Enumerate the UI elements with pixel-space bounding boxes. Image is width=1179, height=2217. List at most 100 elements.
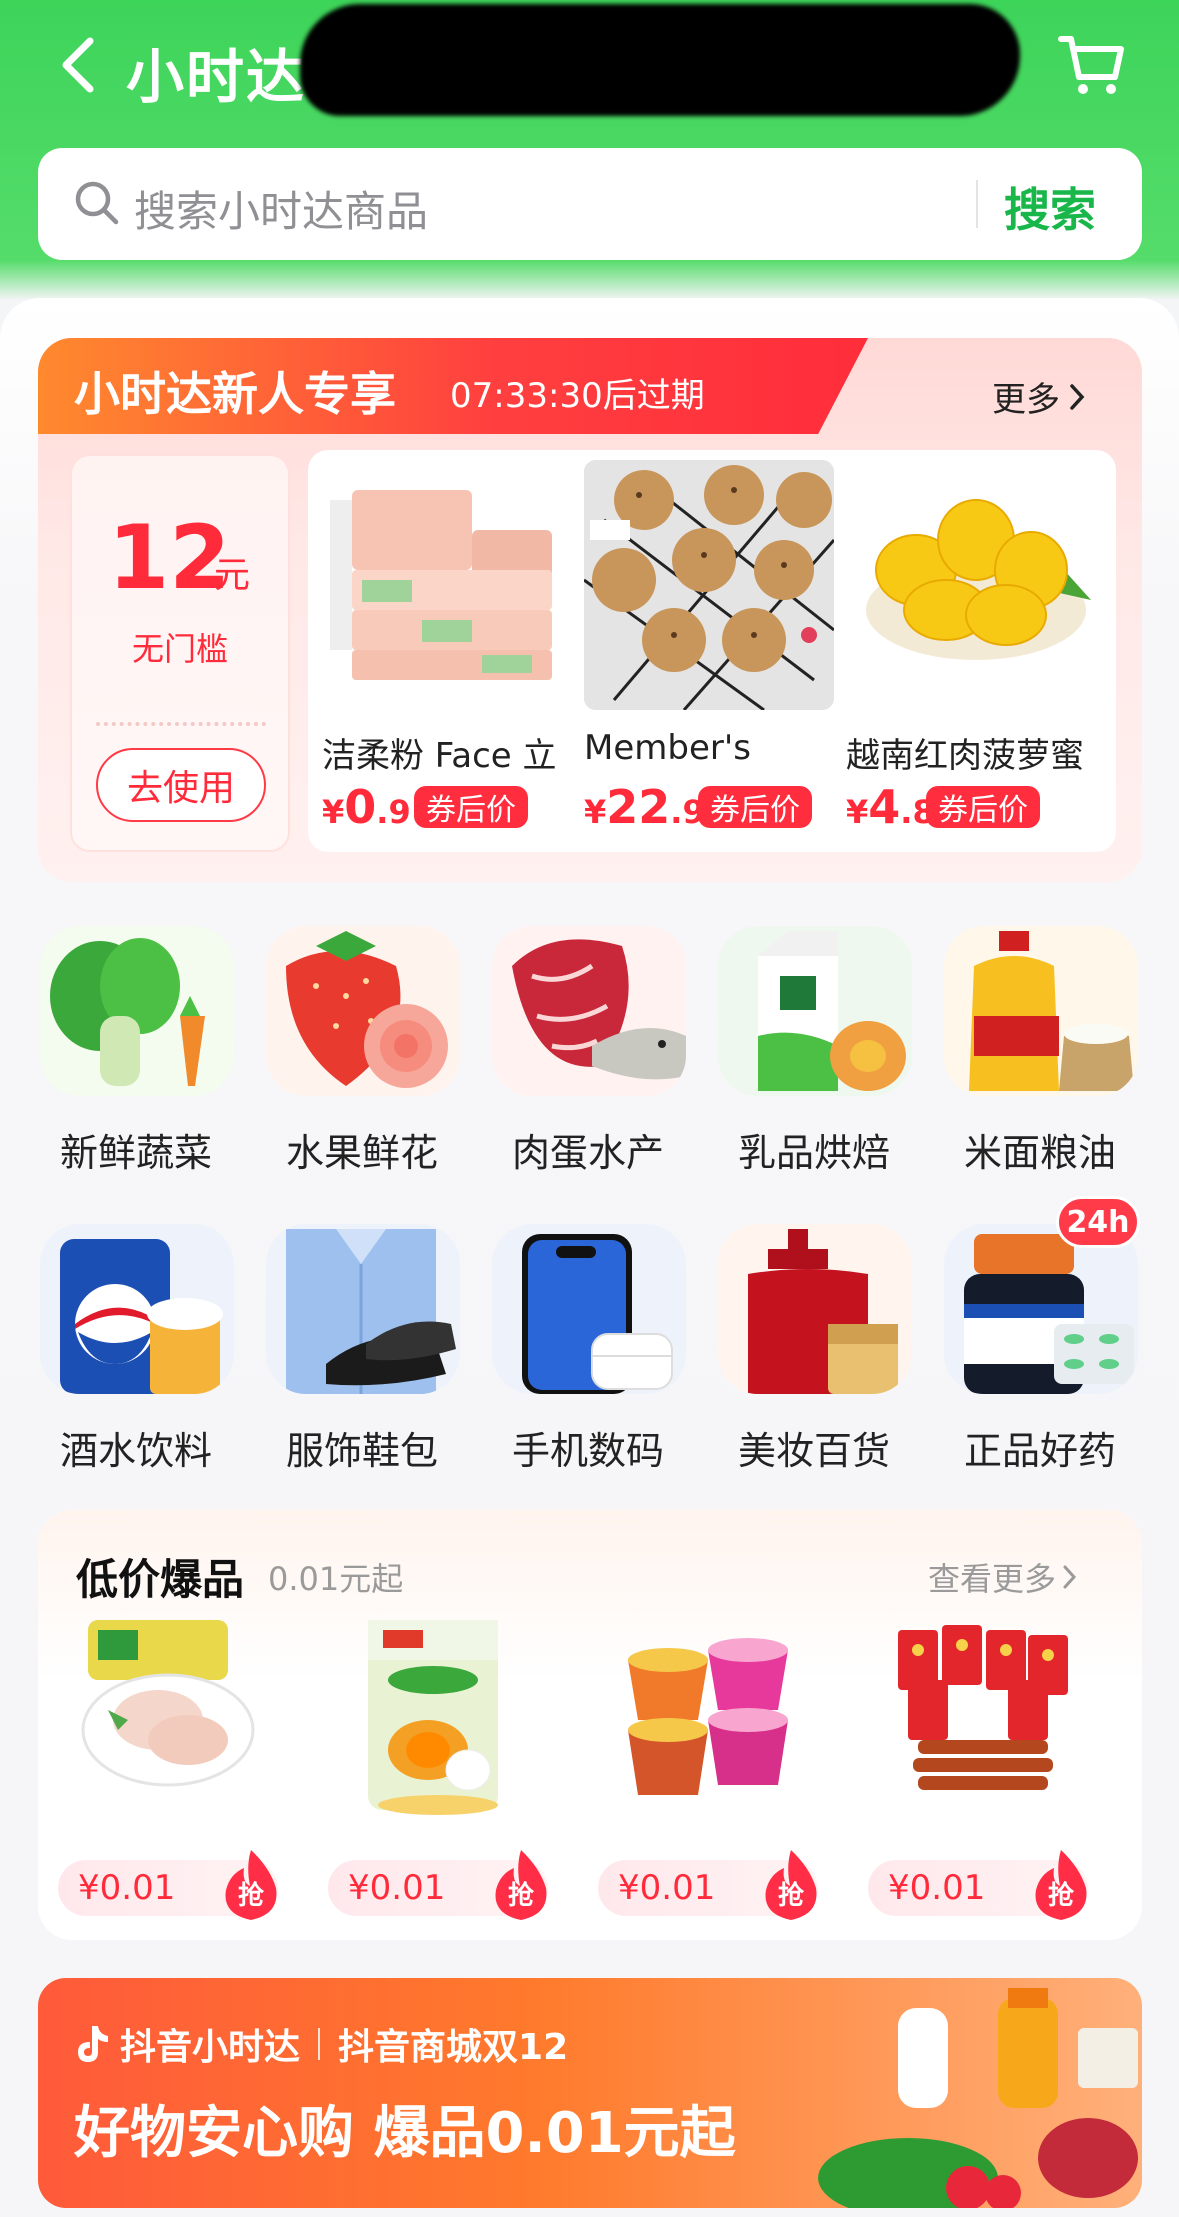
- medicine-bottle-icon: [944, 1224, 1138, 1394]
- after-coupon-tag: 券后价: [414, 786, 528, 828]
- cart-button[interactable]: [1056, 30, 1126, 100]
- newcomer-product[interactable]: Member's ¥ 22 .9 券后价: [570, 450, 834, 852]
- vegetables-icon: [40, 926, 234, 1096]
- category-label: 服饰鞋包: [285, 1429, 438, 1473]
- category-apparel-shoes-bags[interactable]: 服饰鞋包: [264, 1224, 460, 1484]
- category-beauty-general[interactable]: 美妆百货: [716, 1224, 912, 1484]
- search-bar[interactable]: 搜索小时达商品 搜索: [38, 148, 1142, 260]
- category-drinks[interactable]: 酒水饮料: [38, 1224, 234, 1484]
- category-label: 米面粮油: [963, 1131, 1116, 1175]
- grab-label: 抢: [508, 1880, 535, 1911]
- grab-flame-icon[interactable]: 抢: [760, 1848, 822, 1922]
- grab-label: 抢: [1048, 1880, 1075, 1911]
- search-input[interactable]: 搜索小时达商品: [134, 178, 428, 239]
- price-integer: 22: [606, 780, 671, 834]
- coupon-amount: 12: [108, 506, 231, 609]
- page-title: 小时达: [126, 43, 307, 111]
- category-rice-flour-oil[interactable]: 米面粮油: [942, 926, 1138, 1186]
- banner-headline: 好物安心购 爆品0.01元起: [74, 2101, 736, 2166]
- category-label: 酒水饮料: [59, 1429, 212, 1473]
- grab-label: 抢: [238, 1880, 265, 1911]
- product-image-spicy-snacks: [878, 1620, 1078, 1820]
- chevron-right-icon: [1070, 383, 1085, 410]
- category-vegetables[interactable]: 新鲜蔬菜: [38, 926, 234, 1186]
- newcomer-title: 小时达新人专享: [74, 367, 396, 421]
- newcomer-more-label: 更多: [992, 380, 1060, 420]
- category-label: 美妆百货: [737, 1429, 890, 1473]
- strawberry-rose-icon: [266, 926, 460, 1096]
- low-price-item[interactable]: ¥0.01 抢: [328, 1620, 568, 1920]
- shirt-shoes-icon: [266, 1224, 460, 1394]
- product-image-instant-noodles: [608, 1620, 808, 1820]
- price: ¥0.01: [618, 1868, 716, 1908]
- product-name: Member's: [584, 728, 751, 768]
- category-label: 水果鲜花: [285, 1131, 438, 1175]
- price-currency: ¥: [584, 793, 607, 831]
- product-price: ¥ 22 .9: [584, 780, 705, 834]
- low-price-title: 低价爆品: [76, 1555, 245, 1604]
- category-meat-eggs-seafood[interactable]: 肉蛋水产: [490, 926, 686, 1186]
- promo-banner[interactable]: 抖音小时达 抖音商城双12 好物安心购 爆品0.01元起: [38, 1978, 1142, 2208]
- phone-earbuds-icon: [492, 1224, 686, 1394]
- category-label: 正品好药: [963, 1429, 1116, 1473]
- product-image-salted-eggs: [338, 1620, 538, 1820]
- product-price: ¥ 0 .9: [322, 780, 411, 834]
- after-coupon-tag: 券后价: [926, 786, 1040, 828]
- low-price-item[interactable]: ¥0.01 抢: [868, 1620, 1108, 1920]
- view-more-label: 查看更多: [928, 1560, 1057, 1598]
- category-fruits-flowers[interactable]: 水果鲜花: [264, 926, 460, 1186]
- newcomer-countdown: 07:33:30后过期: [450, 376, 705, 416]
- newcomer-more-link[interactable]: 更多: [992, 372, 1086, 421]
- product-name: 越南红肉菠萝蜜: [846, 736, 1084, 776]
- coupon-divider: [96, 722, 266, 726]
- grab-flame-icon[interactable]: 抢: [1030, 1848, 1092, 1922]
- low-price-section: 低价爆品 0.01元起 查看更多 ¥0.01 抢 ¥0.01 抢 ¥0.01 抢…: [38, 1510, 1142, 1940]
- category-dairy-bakery[interactable]: 乳品烘焙: [716, 926, 912, 1186]
- grab-label: 抢: [778, 1880, 805, 1911]
- banner-brand2: 抖音商城双12: [338, 2027, 569, 2068]
- price-integer: 0: [344, 780, 377, 834]
- low-price-subtitle: 0.01元起: [268, 1560, 404, 1598]
- back-button[interactable]: [48, 30, 108, 100]
- coupon[interactable]: 12 元 无门槛 去使用: [70, 454, 290, 852]
- low-price-item[interactable]: ¥0.01 抢: [58, 1620, 298, 1920]
- category-label: 肉蛋水产: [511, 1131, 664, 1175]
- 24h-badge: 24h: [1056, 1196, 1140, 1248]
- product-image-tissues: [322, 460, 572, 710]
- low-price-item[interactable]: ¥0.01 抢: [598, 1620, 838, 1920]
- oil-rice-icon: [944, 926, 1138, 1096]
- coupon-unit: 元: [214, 555, 251, 596]
- search-button[interactable]: 搜索: [1004, 174, 1096, 240]
- category-label: 乳品烘焙: [737, 1131, 890, 1175]
- price-decimal: .9: [376, 793, 411, 831]
- search-divider: [976, 180, 978, 228]
- top-bar: 小时达: [0, 0, 1179, 140]
- douyin-logo-icon: [78, 2026, 108, 2062]
- product-image-chicken: [68, 1620, 268, 1820]
- coupon-condition: 无门槛: [131, 630, 228, 668]
- cart-icon: [1058, 36, 1124, 94]
- product-image-buns: [584, 460, 834, 710]
- price: ¥0.01: [348, 1868, 446, 1908]
- grab-flame-icon[interactable]: 抢: [220, 1848, 282, 1922]
- newcomer-product[interactable]: 越南红肉菠萝蜜 ¥ 4 .8 券后价: [832, 450, 1096, 852]
- newcomer-card: 小时达新人专享 07:33:30后过期 更多 12 元 无门槛 去使用 洁柔粉 …: [38, 338, 1142, 882]
- view-more-link[interactable]: 查看更多: [928, 1554, 1078, 1600]
- search-icon: [75, 181, 119, 225]
- chevron-right-icon: [1063, 1565, 1077, 1589]
- newcomer-product[interactable]: 洁柔粉 Face 立 ¥ 0 .9 券后价: [308, 450, 572, 852]
- use-coupon-button[interactable]: 去使用: [96, 748, 266, 822]
- category-label: 新鲜蔬菜: [59, 1131, 212, 1175]
- category-genuine-medicine[interactable]: 正品好药: [942, 1224, 1138, 1484]
- after-coupon-tag: 券后价: [698, 786, 812, 828]
- soda-beer-icon: [40, 1224, 234, 1394]
- category-phones-digital[interactable]: 手机数码: [490, 1224, 686, 1484]
- price: ¥0.01: [78, 1868, 176, 1908]
- product-image-jackfruit: [846, 460, 1096, 710]
- chevron-left-icon: [62, 37, 94, 93]
- grab-flame-icon[interactable]: 抢: [490, 1848, 552, 1922]
- banner-separator: [318, 2028, 321, 2060]
- price-currency: ¥: [322, 793, 345, 831]
- banner-brand-line: 抖音小时达 抖音商城双12: [74, 2018, 568, 2070]
- price-integer: 4: [868, 780, 901, 834]
